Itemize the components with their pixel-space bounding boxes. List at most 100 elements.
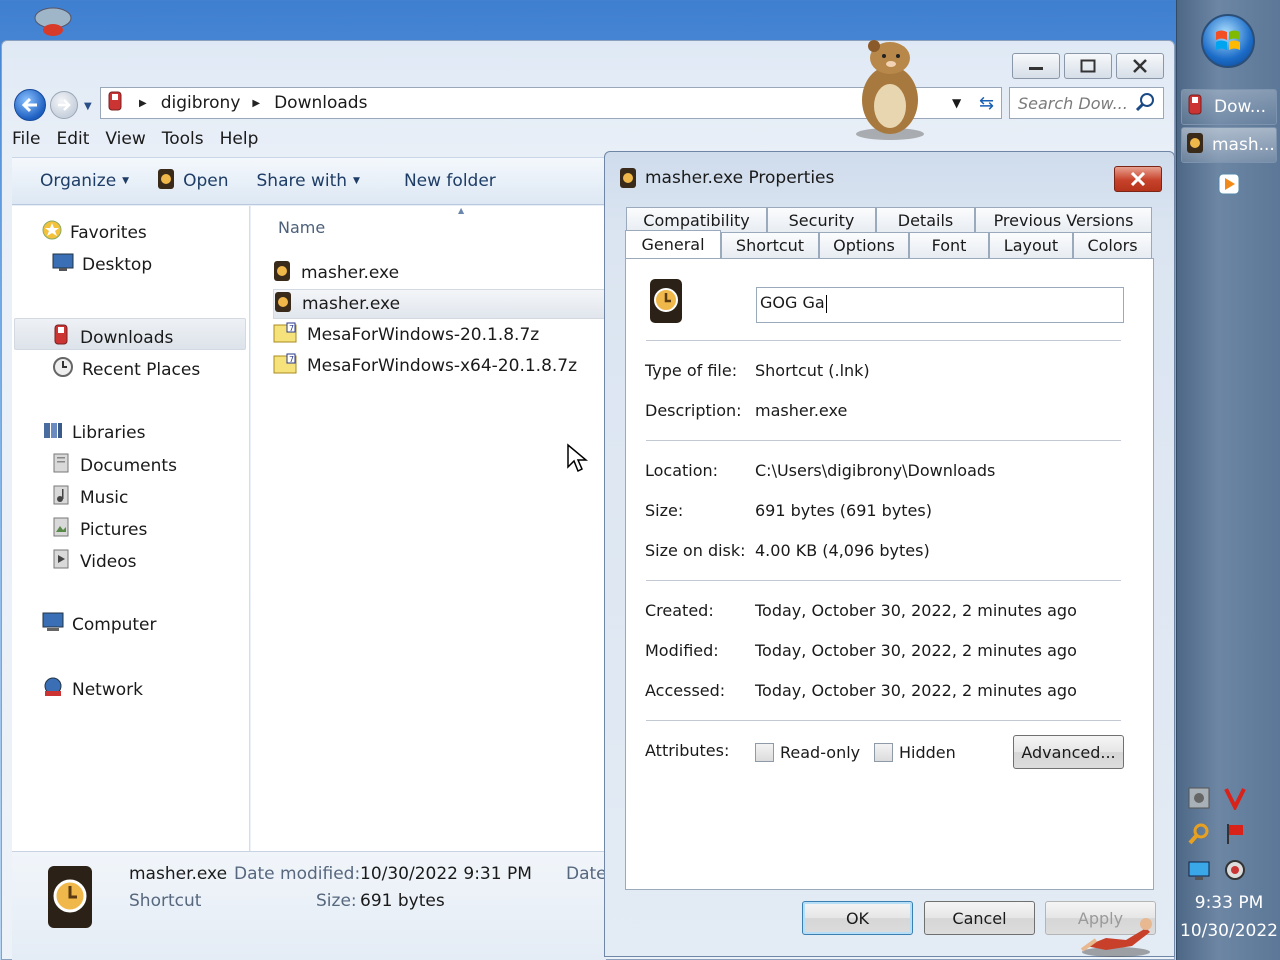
nav-favorites[interactable]: Favorites (42, 220, 147, 245)
nav-network[interactable]: Network (42, 676, 143, 703)
documents-icon (52, 452, 72, 479)
tab-label: Shortcut (735, 236, 805, 255)
refresh-button[interactable]: ⇆ (972, 87, 1002, 119)
size-label: Size: (645, 501, 684, 520)
nav-documents-label: Documents (80, 455, 177, 476)
shortcut-name-value: GOG Ga (760, 293, 825, 312)
menu-view[interactable]: View (105, 129, 145, 155)
nav-videos[interactable]: Videos (52, 548, 137, 575)
shortcut-name-input[interactable]: GOG Ga (756, 287, 1124, 323)
dialog-close-button[interactable] (1114, 166, 1162, 192)
start-button[interactable] (1201, 14, 1255, 68)
new-folder-button[interactable]: New folder (404, 171, 496, 191)
tab-security[interactable]: Security (767, 207, 876, 233)
tab-colors[interactable]: Colors (1073, 232, 1152, 258)
breadcrumb-arrow-icon[interactable]: ▶ (139, 98, 147, 109)
close-button[interactable] (1116, 53, 1164, 79)
windows-logo-icon (1216, 30, 1240, 50)
tab-font[interactable]: Font (909, 232, 989, 258)
media-player-icon[interactable] (1217, 172, 1241, 196)
nav-libraries[interactable]: Libraries (42, 420, 145, 445)
nav-network-label: Network (72, 679, 143, 700)
breadcrumb-digibrony[interactable]: digibrony (161, 93, 241, 113)
taskbar-item-masher[interactable]: mash... (1181, 127, 1277, 163)
mouse-cursor-icon (566, 443, 589, 478)
column-header-name[interactable]: Name (278, 218, 325, 237)
file-item[interactable]: masher.exe (273, 258, 613, 288)
tab-label: Previous Versions (993, 211, 1134, 230)
network-tray-icon[interactable] (1187, 858, 1211, 882)
hidden-label: Hidden (899, 743, 956, 762)
tab-label: Security (788, 211, 855, 230)
tab-label: General (641, 235, 705, 254)
nav-recent-places[interactable]: Recent Places (52, 356, 200, 383)
clock-date[interactable]: 10/30/2022 (1177, 921, 1280, 941)
menu-tools[interactable]: Tools (162, 129, 204, 155)
file-item-selected[interactable]: masher.exe (273, 289, 613, 319)
desktop-app-icon[interactable] (30, 4, 76, 40)
share-with-button[interactable]: Share with ▼ (257, 171, 360, 191)
runner-desktop-pet[interactable] (1076, 910, 1160, 960)
nav-computer[interactable]: Computer (42, 612, 157, 637)
maximize-button[interactable] (1064, 53, 1112, 79)
magnifier-icon[interactable] (1187, 822, 1211, 846)
nav-recent-places-label: Recent Places (82, 359, 201, 380)
checkbox-box[interactable] (755, 743, 774, 762)
antivirus-icon[interactable] (1223, 786, 1247, 812)
advanced-button[interactable]: Advanced... (1013, 735, 1124, 769)
nav-music[interactable]: Music (52, 484, 128, 511)
tab-shortcut[interactable]: Shortcut (721, 232, 819, 258)
nav-downloads[interactable]: Downloads (52, 324, 173, 351)
organize-button[interactable]: Organize ▼ (40, 171, 129, 191)
tab-general[interactable]: General (625, 230, 721, 258)
address-dropdown-icon[interactable]: ▼ (952, 96, 961, 110)
libraries-icon (42, 420, 64, 445)
clock-time[interactable]: 9:33 PM (1177, 893, 1280, 913)
search-box[interactable]: Search Dow... (1009, 87, 1164, 119)
tray-app-icon[interactable] (1187, 786, 1211, 810)
accessed-value: Today, October 30, 2022, 2 minutes ago (755, 681, 1077, 700)
readonly-checkbox[interactable]: Read-only (755, 743, 860, 762)
size-on-disk-value: 4.00 KB (4,096 bytes) (755, 541, 930, 560)
tab-details[interactable]: Details (876, 207, 975, 233)
downloads-folder-icon (1186, 94, 1206, 121)
search-icon[interactable] (1135, 92, 1155, 116)
hidden-checkbox[interactable]: Hidden (874, 743, 956, 762)
file-item[interactable]: 7 MesaForWindows-x64-20.1.8.7z (273, 351, 613, 381)
volume-icon[interactable] (1223, 858, 1247, 882)
menu-edit[interactable]: Edit (56, 129, 89, 155)
menu-file[interactable]: File (12, 129, 40, 155)
organize-label: Organize (40, 171, 117, 191)
nav-pictures[interactable]: Pictures (52, 516, 147, 543)
ok-button[interactable]: OK (802, 901, 913, 935)
hamster-desktop-pet[interactable] (846, 36, 932, 145)
properties-dialog: masher.exe Properties Compatibility Secu… (604, 151, 1175, 957)
search-placeholder: Search Dow... (1018, 93, 1128, 113)
back-button[interactable] (14, 89, 46, 121)
breadcrumb-downloads[interactable]: Downloads (274, 93, 367, 113)
computer-icon (42, 612, 64, 637)
recent-pages-dropdown[interactable]: ▼ (84, 101, 92, 112)
action-center-flag-icon[interactable] (1223, 822, 1247, 846)
cancel-button[interactable]: Cancel (924, 901, 1035, 935)
details-size-label: Size: (316, 891, 357, 911)
breadcrumb-arrow-icon[interactable]: ▶ (252, 98, 260, 109)
tab-previous-versions[interactable]: Previous Versions (975, 207, 1152, 233)
tab-label: Options (833, 236, 895, 255)
open-label: Open (183, 171, 229, 191)
svg-text:7: 7 (289, 355, 294, 364)
details-pane: masher.exe Shortcut Date modified: 10/30… (12, 851, 607, 960)
tab-options[interactable]: Options (819, 232, 909, 258)
file-item[interactable]: 7 MesaForWindows-20.1.8.7z (273, 320, 613, 350)
nav-desktop[interactable]: Desktop (52, 252, 152, 277)
tab-layout[interactable]: Layout (989, 232, 1073, 258)
taskbar-item-downloads[interactable]: Dow... (1181, 89, 1277, 125)
forward-button[interactable] (50, 91, 78, 119)
separator (646, 340, 1121, 341)
menu-help[interactable]: Help (220, 129, 259, 155)
minimize-button[interactable] (1012, 53, 1060, 79)
open-button[interactable]: Open (157, 168, 229, 195)
nav-documents[interactable]: Documents (52, 452, 177, 479)
description-value: masher.exe (755, 401, 848, 420)
checkbox-box[interactable] (874, 743, 893, 762)
